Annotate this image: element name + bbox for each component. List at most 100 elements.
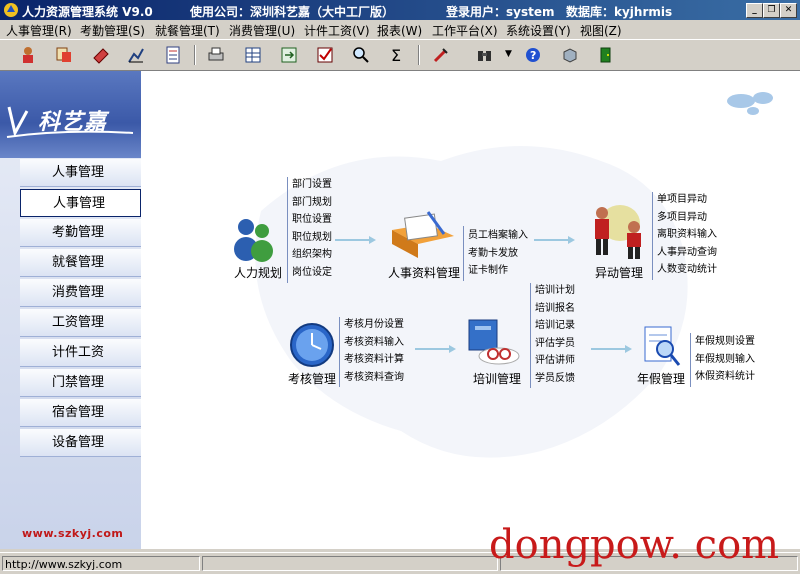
annual-leave-list: 年假规则设置 年假规则输入 休假资料统计 bbox=[695, 333, 755, 386]
menu-link[interactable]: 人数变动统计 bbox=[657, 261, 717, 279]
menu-hr[interactable]: 人事管理(R) bbox=[6, 22, 72, 39]
sidebar-item-payroll[interactable]: 工资管理 bbox=[20, 309, 141, 337]
sidebar-item-piecework[interactable]: 计件工资 bbox=[20, 339, 141, 367]
svg-text:?: ? bbox=[530, 49, 536, 62]
sidebar-item-dormitory[interactable]: 宿舍管理 bbox=[20, 399, 141, 427]
training-books-icon[interactable] bbox=[465, 314, 525, 368]
status-panel bbox=[202, 556, 498, 571]
sidebar-item-hr-active[interactable]: 人事管理 bbox=[20, 189, 141, 217]
divider bbox=[287, 177, 288, 283]
annual-leave-report-icon[interactable] bbox=[641, 323, 683, 369]
menu-link[interactable]: 培训报名 bbox=[535, 300, 575, 318]
binoculars-icon[interactable] bbox=[475, 45, 495, 65]
table-icon[interactable] bbox=[243, 45, 263, 65]
hr-planning-label[interactable]: 人力规划 bbox=[234, 264, 282, 281]
menu-attendance[interactable]: 考勤管理(S) bbox=[80, 22, 145, 39]
sidebar-item-hr[interactable]: 人事管理 bbox=[20, 159, 141, 187]
status-url: http://www.szkyj.com bbox=[2, 556, 200, 571]
hr-planning-list: 部门设置 部门规划 职位设置 职位规划 组织架构 岗位设定 bbox=[292, 176, 332, 281]
website-link[interactable]: www.szkyj.com bbox=[22, 527, 123, 540]
menu-link[interactable]: 证卡制作 bbox=[468, 262, 528, 280]
menu-link[interactable]: 考核资料输入 bbox=[344, 334, 404, 352]
menu-settings[interactable]: 系统设置(Y) bbox=[506, 22, 571, 39]
divider bbox=[690, 333, 691, 387]
cube-icon[interactable] bbox=[560, 45, 580, 65]
export-icon[interactable] bbox=[279, 45, 299, 65]
menu-consumption[interactable]: 消费管理(U) bbox=[229, 22, 295, 39]
training-label[interactable]: 培训管理 bbox=[473, 370, 521, 387]
sidebar-item-attendance[interactable]: 考勤管理 bbox=[20, 219, 141, 247]
menu-link[interactable]: 单项目异动 bbox=[657, 191, 717, 209]
hr-planning-icon[interactable] bbox=[232, 215, 278, 263]
world-map-icon bbox=[727, 92, 773, 115]
restore-button[interactable]: ❐ bbox=[763, 3, 780, 18]
arrow-right-icon bbox=[335, 236, 376, 244]
divider bbox=[463, 226, 464, 281]
menu-link[interactable]: 培训记录 bbox=[535, 317, 575, 335]
employee-icon[interactable] bbox=[18, 45, 38, 65]
document-list-icon[interactable] bbox=[163, 45, 183, 65]
menu-link[interactable]: 休假资料统计 bbox=[695, 368, 755, 386]
close-button[interactable]: ✕ bbox=[780, 3, 797, 18]
arrow-right-icon bbox=[534, 236, 575, 244]
menu-link[interactable]: 考核资料查询 bbox=[344, 369, 404, 387]
annual-leave-label[interactable]: 年假管理 bbox=[637, 370, 685, 387]
menu-link[interactable]: 职位规划 bbox=[292, 229, 332, 247]
training-list: 培训计划 培训报名 培训记录 评估学员 评估讲师 学员反馈 bbox=[535, 282, 575, 387]
menu-link[interactable]: 部门规划 bbox=[292, 194, 332, 212]
menu-link[interactable]: 离职资料输入 bbox=[657, 226, 717, 244]
main-workspace: 人力规划 部门设置 部门规划 职位设置 职位规划 组织架构 岗位设定 人事资料管… bbox=[141, 71, 800, 549]
menu-link[interactable]: 评估讲师 bbox=[535, 352, 575, 370]
menu-link[interactable]: 人事异动查询 bbox=[657, 244, 717, 262]
sidebar-item-devices[interactable]: 设备管理 bbox=[20, 429, 141, 457]
checklist-icon[interactable] bbox=[315, 45, 335, 65]
search-icon[interactable] bbox=[351, 45, 371, 65]
menu-reports[interactable]: 报表(W) bbox=[377, 22, 422, 39]
exit-door-icon[interactable] bbox=[596, 45, 616, 65]
menu-link[interactable]: 培训计划 bbox=[535, 282, 575, 300]
clock-icon[interactable] bbox=[287, 321, 337, 369]
menu-link[interactable]: 多项目异动 bbox=[657, 209, 717, 227]
menu-link[interactable]: 考核资料计算 bbox=[344, 351, 404, 369]
menu-view[interactable]: 视图(Z) bbox=[580, 22, 622, 39]
assessment-label[interactable]: 考核管理 bbox=[288, 370, 336, 387]
title-bar: 人力资源管理系统 V9.0 使用公司：深圳科艺嘉（大中工厂版） 登录用户：sys… bbox=[0, 0, 800, 20]
watermark-text: dongpow. com bbox=[489, 522, 780, 568]
tools-icon[interactable] bbox=[431, 45, 451, 65]
staff-change-label[interactable]: 异动管理 bbox=[595, 264, 643, 281]
menu-workspace[interactable]: 工作平台(X) bbox=[432, 22, 498, 39]
hr-records-icon[interactable] bbox=[388, 210, 458, 262]
print-icon[interactable] bbox=[206, 45, 226, 65]
menu-dining[interactable]: 就餐管理(T) bbox=[155, 22, 220, 39]
divider bbox=[339, 317, 340, 387]
sidebar-item-dining[interactable]: 就餐管理 bbox=[20, 249, 141, 277]
sidebar-item-access[interactable]: 门禁管理 bbox=[20, 369, 141, 397]
minimize-button[interactable]: _ bbox=[746, 3, 763, 18]
divider bbox=[530, 283, 531, 388]
assessment-list: 考核月份设置 考核资料输入 考核资料计算 考核资料查询 bbox=[344, 316, 404, 386]
menu-link[interactable]: 岗位设定 bbox=[292, 264, 332, 282]
staff-change-list: 单项目异动 多项目异动 离职资料输入 人事异动查询 人数变动统计 bbox=[657, 191, 717, 279]
menu-link[interactable]: 学员反馈 bbox=[535, 370, 575, 388]
menu-link[interactable]: 部门设置 bbox=[292, 176, 332, 194]
menu-link[interactable]: 员工档案输入 bbox=[468, 227, 528, 245]
menu-link[interactable]: 评估学员 bbox=[535, 335, 575, 353]
copy-card-icon[interactable] bbox=[54, 45, 74, 65]
staff-change-icon[interactable] bbox=[586, 201, 650, 261]
menu-link[interactable]: 考勤卡发放 bbox=[468, 245, 528, 263]
menu-link[interactable]: 组织架构 bbox=[292, 246, 332, 264]
sum-icon[interactable]: Σ bbox=[387, 45, 407, 65]
help-icon[interactable]: ? bbox=[523, 45, 543, 65]
menu-link[interactable]: 年假规则输入 bbox=[695, 351, 755, 369]
svg-text:Σ: Σ bbox=[391, 46, 401, 65]
chart-icon[interactable] bbox=[126, 45, 146, 65]
sidebar-item-consumption[interactable]: 消费管理 bbox=[20, 279, 141, 307]
eraser-icon[interactable] bbox=[91, 45, 111, 65]
hr-records-label[interactable]: 人事资料管理 bbox=[388, 264, 460, 281]
menu-piecework[interactable]: 计件工资(V) bbox=[304, 22, 370, 39]
menu-link[interactable]: 职位设置 bbox=[292, 211, 332, 229]
menu-link[interactable]: 考核月份设置 bbox=[344, 316, 404, 334]
toolbar-separator bbox=[194, 45, 196, 65]
menu-link[interactable]: 年假规则设置 bbox=[695, 333, 755, 351]
dropdown-arrow-icon[interactable]: ▼ bbox=[505, 49, 512, 59]
